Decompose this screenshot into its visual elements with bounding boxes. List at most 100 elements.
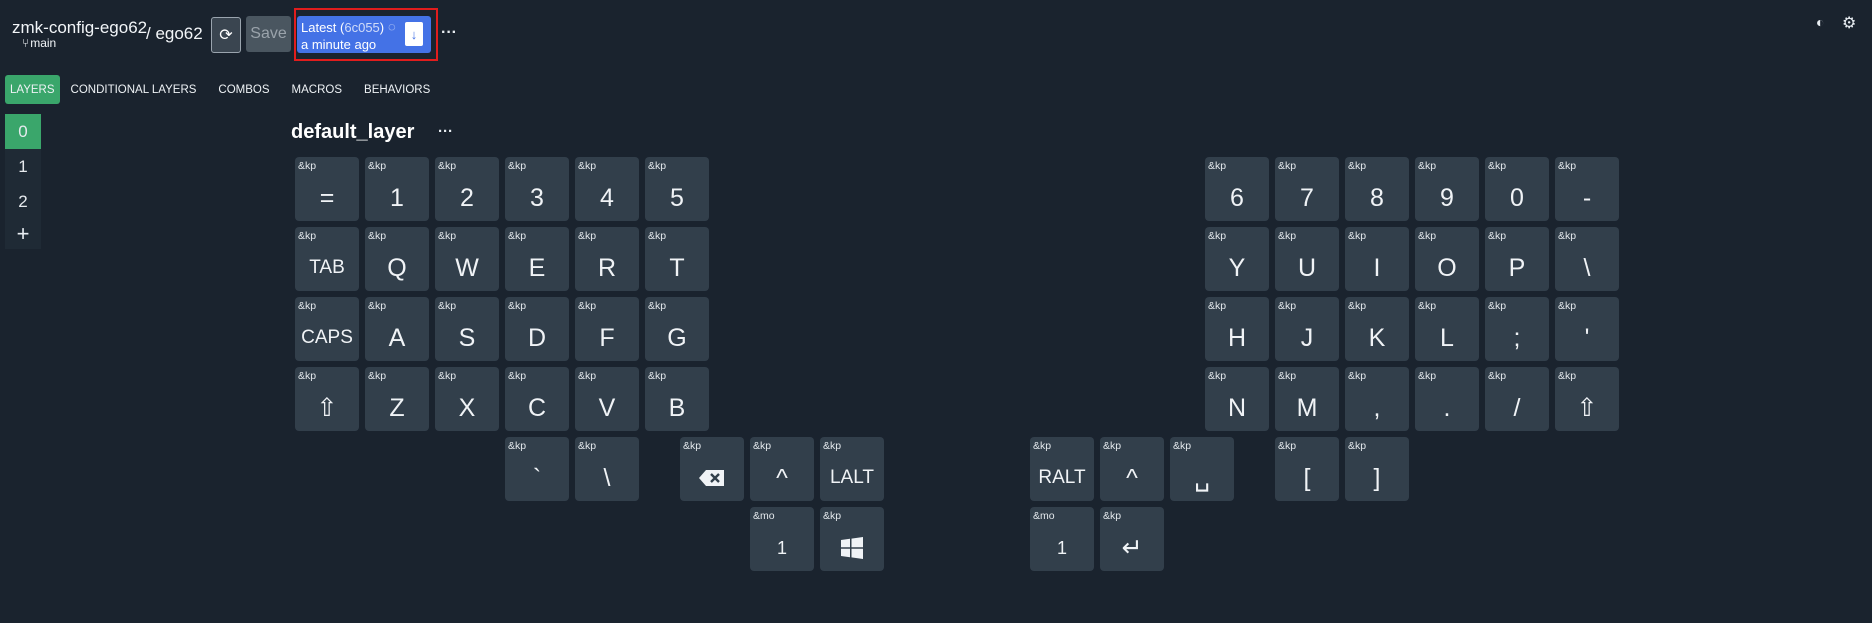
key[interactable]: &kp 0 bbox=[1485, 157, 1549, 221]
contrast-icon[interactable]: ◐ bbox=[1816, 14, 1824, 30]
key[interactable]: &kp V bbox=[575, 367, 639, 431]
tab-conditional-layers[interactable]: CONDITIONAL LAYERS bbox=[60, 75, 208, 104]
key[interactable]: &kp. bbox=[1415, 367, 1479, 431]
key-behavior: &kp bbox=[578, 440, 597, 452]
key[interactable]: &kp \ bbox=[1555, 227, 1619, 291]
key-behavior: &kp bbox=[1348, 370, 1367, 382]
key[interactable]: &kp ` bbox=[505, 437, 569, 501]
key[interactable]: &kp T bbox=[645, 227, 709, 291]
layer-item-0[interactable]: 0 bbox=[5, 114, 41, 149]
key[interactable]: &kp / bbox=[1485, 367, 1549, 431]
key[interactable]: &kp ' bbox=[1555, 297, 1619, 361]
key[interactable]: &kp Q bbox=[365, 227, 429, 291]
key[interactable]: &kp; bbox=[1485, 297, 1549, 361]
key-behavior: &kp bbox=[1488, 300, 1507, 312]
tab-macros[interactable]: MACROS bbox=[281, 75, 353, 104]
key[interactable]: &kp E bbox=[505, 227, 569, 291]
key[interactable]: &kp P bbox=[1485, 227, 1549, 291]
key[interactable]: &kp G bbox=[645, 297, 709, 361]
key[interactable]: &kp bbox=[820, 507, 884, 571]
tab-behaviors[interactable]: BEHAVIORS bbox=[353, 75, 441, 104]
key[interactable]: &kp H bbox=[1205, 297, 1269, 361]
add-layer-button[interactable]: + bbox=[5, 219, 41, 249]
key[interactable]: &kp J bbox=[1275, 297, 1339, 361]
key[interactable]: &kp 4 bbox=[575, 157, 639, 221]
key-label: Y bbox=[1228, 253, 1246, 282]
gear-icon[interactable]: ⚙ bbox=[1842, 13, 1856, 33]
key[interactable]: &kp D bbox=[505, 297, 569, 361]
key[interactable]: &kp 1 bbox=[365, 157, 429, 221]
key[interactable]: &kp, bbox=[1345, 367, 1409, 431]
key[interactable]: &kp M bbox=[1275, 367, 1339, 431]
key[interactable]: &kp 8 bbox=[1345, 157, 1409, 221]
key[interactable]: &mo 1 bbox=[1030, 507, 1094, 571]
key-behavior: &kp bbox=[1558, 230, 1577, 242]
key-behavior: &kp bbox=[578, 300, 597, 312]
key[interactable]: &kp ⇧ bbox=[295, 367, 359, 431]
key-behavior: &kp bbox=[368, 370, 387, 382]
tab-layers[interactable]: LAYERS bbox=[5, 75, 60, 104]
key-label: [ bbox=[1303, 463, 1311, 492]
key[interactable]: &kp X bbox=[435, 367, 499, 431]
key[interactable]: &kp O bbox=[1415, 227, 1479, 291]
key-behavior: &kp bbox=[1103, 440, 1122, 452]
key[interactable]: &kp LALT bbox=[820, 437, 884, 501]
key-behavior: &kp bbox=[578, 160, 597, 172]
key[interactable]: &kp C bbox=[505, 367, 569, 431]
key[interactable]: &kp F bbox=[575, 297, 639, 361]
key[interactable]: &kp B bbox=[645, 367, 709, 431]
key-behavior: &kp bbox=[578, 370, 597, 382]
key-label: W bbox=[455, 253, 479, 282]
key[interactable]: &kp I bbox=[1345, 227, 1409, 291]
key[interactable]: &kp CAPS bbox=[295, 297, 359, 361]
key-label: , bbox=[1373, 393, 1381, 422]
key[interactable]: &kp 6 bbox=[1205, 157, 1269, 221]
key[interactable]: &kp W bbox=[435, 227, 499, 291]
key[interactable]: &kp TAB bbox=[295, 227, 359, 291]
key[interactable]: &kp ⇧ bbox=[1555, 367, 1619, 431]
key[interactable]: &kp N bbox=[1205, 367, 1269, 431]
key[interactable]: &kp 2 bbox=[435, 157, 499, 221]
key[interactable]: &kp [ bbox=[1275, 437, 1339, 501]
key[interactable]: &kp = bbox=[295, 157, 359, 221]
key[interactable]: &kp \ bbox=[575, 437, 639, 501]
key-behavior: &kp bbox=[1418, 230, 1437, 242]
key[interactable]: &kp ␣ bbox=[1170, 437, 1234, 501]
layer-item-2[interactable]: 2 bbox=[5, 184, 41, 219]
sync-button[interactable]: ⟳ bbox=[211, 17, 241, 53]
key[interactable]: &kp K bbox=[1345, 297, 1409, 361]
key[interactable]: &kp ^ bbox=[1100, 437, 1164, 501]
build-status-button[interactable]: Latest (6c055) ◌ a minute ago ↓ bbox=[297, 16, 431, 53]
key[interactable]: &kp ^ bbox=[750, 437, 814, 501]
key[interactable]: &mo 1 bbox=[750, 507, 814, 571]
key[interactable]: &kp 9 bbox=[1415, 157, 1479, 221]
key[interactable]: &kp 7 bbox=[1275, 157, 1339, 221]
key[interactable]: &kp RALT bbox=[1030, 437, 1094, 501]
key-behavior: &kp bbox=[298, 230, 317, 242]
key-behavior: &kp bbox=[1348, 230, 1367, 242]
file-download-icon[interactable]: ↓ bbox=[405, 22, 423, 46]
key[interactable]: &kp Y bbox=[1205, 227, 1269, 291]
layer-options-button[interactable]: ··· bbox=[438, 123, 453, 140]
more-options-button[interactable]: ··· bbox=[441, 24, 457, 42]
key-label: G bbox=[667, 323, 687, 352]
tab-combos[interactable]: COMBOS bbox=[207, 75, 280, 104]
key[interactable]: &kp U bbox=[1275, 227, 1339, 291]
key[interactable]: &kp] bbox=[1345, 437, 1409, 501]
key[interactable]: &kp A bbox=[365, 297, 429, 361]
key[interactable]: &kp - bbox=[1555, 157, 1619, 221]
key[interactable]: &kp S bbox=[435, 297, 499, 361]
key[interactable]: &kp 3 bbox=[505, 157, 569, 221]
key[interactable]: &kp Z bbox=[365, 367, 429, 431]
layer-item-1[interactable]: 1 bbox=[5, 149, 41, 184]
branch-label[interactable]: ⑂main bbox=[22, 36, 56, 50]
key[interactable]: &kp 5 bbox=[645, 157, 709, 221]
key[interactable]: &kp R bbox=[575, 227, 639, 291]
save-button[interactable]: Save bbox=[246, 16, 291, 52]
key[interactable]: &kp bbox=[680, 437, 744, 501]
key[interactable]: &kp L bbox=[1415, 297, 1479, 361]
key-behavior: &kp bbox=[298, 370, 317, 382]
key[interactable]: &kp ↵ bbox=[1100, 507, 1164, 571]
key-label: ^ bbox=[776, 463, 788, 492]
build-label: Latest ( bbox=[301, 20, 345, 35]
